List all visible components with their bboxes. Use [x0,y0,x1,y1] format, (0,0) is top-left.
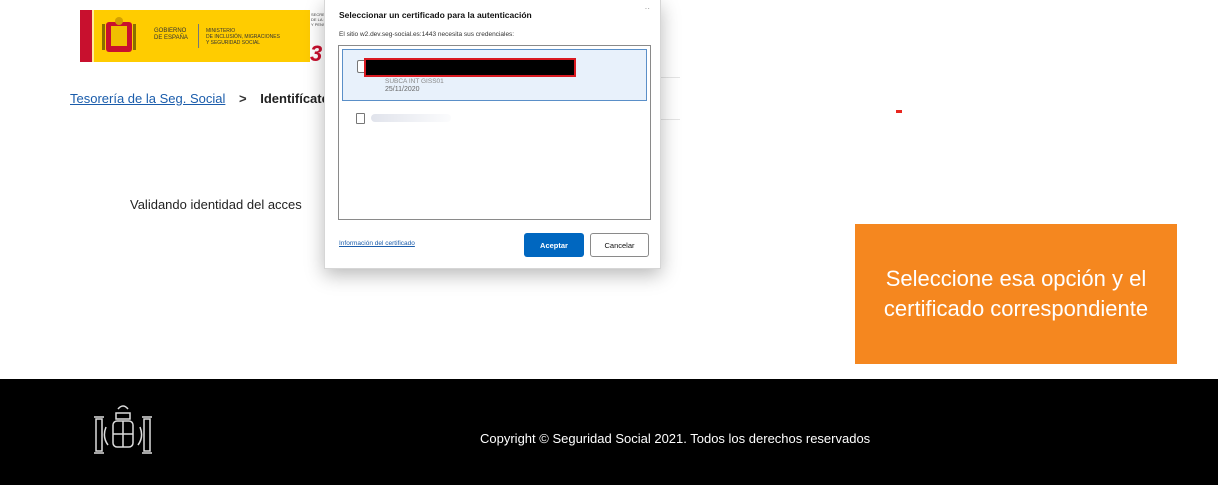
certificate-issuer: SUBCA INT GISS01 [385,78,444,85]
certificate-info-link[interactable]: Información del certificado [339,240,415,247]
instruction-callout: Seleccione esa opción y el certificado c… [855,224,1177,364]
callout-text: Seleccione esa opción y el certificado c… [883,266,1149,321]
gov-line1: GOBIERNO [154,28,187,34]
breadcrumb: Tesorería de la Seg. Social > Identifíca… [70,91,329,106]
certificate-list[interactable]: SUBCA INT GISS01 25/11/2020 [338,45,651,220]
coat-of-arms-icon [102,17,136,52]
certificate-date: 25/11/2020 [385,86,420,93]
redacted-certificate-name [364,58,576,77]
breadcrumb-separator-icon: > [239,91,247,106]
dialog-title: Seleccionar un certificado para la auten… [339,10,532,20]
status-text: Validando identidad del acces [130,197,302,212]
dialog-subtitle: El sitio w2.dev.seg-social.es:1443 neces… [339,31,515,38]
close-icon[interactable]: ·· [645,4,650,13]
breadcrumb-current: Identifícate [260,91,329,106]
ministry-line3: Y SEGURIDAD SOCIAL [206,40,261,46]
red-marker [896,110,902,113]
cancel-button[interactable]: Cancelar [590,233,649,257]
copyright-text: Copyright © Seguridad Social 2021. Todos… [480,431,871,446]
flag-stripe [80,10,92,62]
certificate-dialog: Seleccionar un certificado para la auten… [324,0,661,269]
gov-line2: DE ESPAÑA [154,35,188,41]
blurred-certificate-name [371,114,451,122]
certificate-item[interactable]: SUBCA INT GISS01 25/11/2020 [342,49,647,101]
coat-of-arms-icon [94,405,152,454]
footer: Copyright © Seguridad Social 2021. Todos… [0,379,1218,485]
secretaria-mark-icon: 3 [310,41,323,66]
certificate-icon [356,113,365,124]
breadcrumb-link-tesoreria[interactable]: Tesorería de la Seg. Social [70,91,225,106]
accept-button[interactable]: Aceptar [524,233,584,257]
gobierno-logo[interactable]: GOBIERNO DE ESPAÑA MINISTERIO DE INCLUSI… [80,10,310,62]
